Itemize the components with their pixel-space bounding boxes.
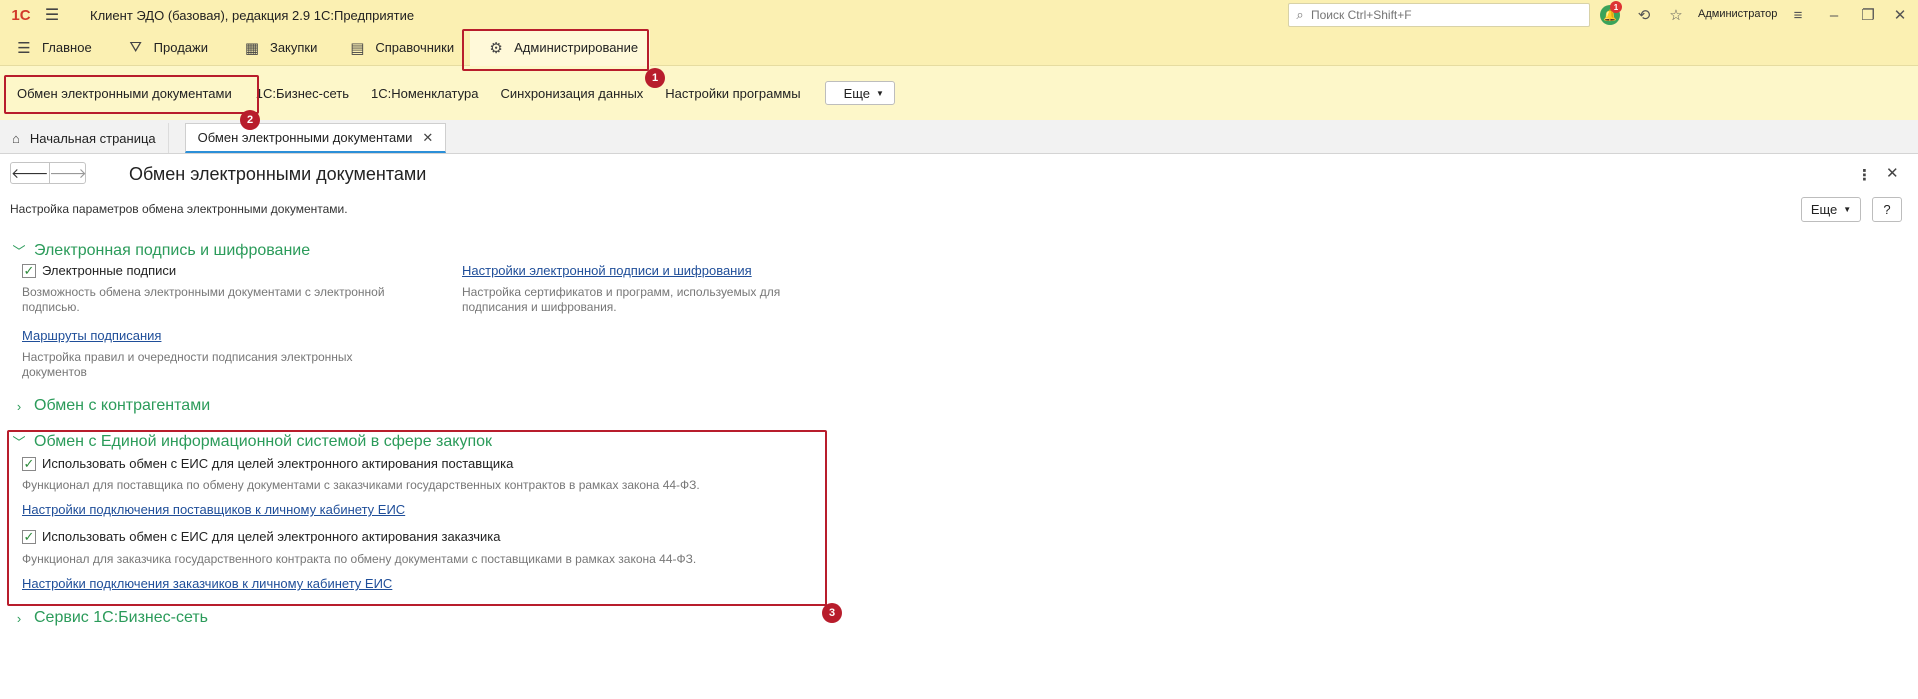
section-main[interactable]: ☰ Главное — [6, 30, 100, 66]
chevron-down-icon: ﹀ — [12, 244, 26, 259]
notification-badge: 1 — [1610, 1, 1622, 13]
function-nomenclature[interactable]: 1С:Номенклатура — [371, 86, 478, 101]
tab-label: Начальная страница — [29, 130, 156, 146]
restore-icon[interactable]: ❐ — [1856, 4, 1880, 26]
checkbox-label: Электронные подписи — [42, 263, 177, 278]
tab-edo-exchange[interactable]: Обмен электронными документами ✕ — [184, 123, 447, 153]
annotation-frame-edo-exchange — [4, 75, 259, 114]
group-title: Сервис 1С:Бизнес-сеть — [34, 609, 208, 626]
warehouse-icon: ▦ — [244, 39, 260, 57]
close-form-icon[interactable]: ✕ — [1886, 164, 1899, 182]
section-sales[interactable]: ⛛ Продажи — [118, 30, 216, 66]
form-more-button[interactable]: Еще ▼ — [1801, 197, 1861, 222]
help-button[interactable]: ? — [1872, 197, 1902, 222]
functions-more-button[interactable]: Еще ▼ — [824, 81, 895, 105]
signature-hint: Возможность обмена электронными документ… — [22, 285, 385, 314]
section-label: Продажи — [153, 40, 208, 55]
section-label: Закупки — [269, 40, 318, 55]
form-content: 🡐 🡒 Обмен электронными документами ⋮ ✕ Н… — [0, 154, 1918, 699]
menu-icon: ☰ — [17, 39, 31, 57]
search-box[interactable]: ⌕ — [1288, 3, 1590, 27]
annotation-number-3: 3 — [822, 603, 842, 623]
title-bar: 1С ☰ Клиент ЭДО (базовая), редакция 2.9 … — [0, 0, 1918, 30]
directory-icon: ▤ — [350, 39, 365, 57]
app-logo-icon: 1С — [11, 6, 31, 24]
checkmark-icon[interactable]: ✓ — [22, 263, 36, 278]
section-directories[interactable]: ▤ Справочники — [339, 30, 462, 66]
signing-routes-link[interactable]: Маршруты подписания — [22, 328, 161, 343]
minimize-icon[interactable]: – — [1822, 4, 1846, 26]
search-icon: ⌕ — [1296, 7, 1304, 22]
more-label: Еще — [843, 85, 871, 101]
home-icon: ⌂ — [12, 130, 20, 146]
back-arrow-icon[interactable]: 🡐 — [11, 163, 49, 183]
function-data-sync[interactable]: Синхронизация данных — [500, 86, 643, 101]
group-counterparties-header[interactable]: › Обмен с контрагентами — [12, 397, 210, 415]
close-tab-icon[interactable]: ✕ — [422, 130, 433, 146]
signature-settings-link[interactable]: Настройки электронной подписи и шифрован… — [462, 263, 752, 278]
more-actions-icon[interactable]: ⋮ — [1857, 166, 1872, 184]
annotation-number-1: 1 — [645, 68, 665, 88]
page-description: Настройка параметров обмена электронными… — [10, 202, 348, 216]
function-panel: Обмен электронными документами 1С:Бизнес… — [0, 66, 1918, 120]
history-icon[interactable]: ⟲ — [1632, 4, 1656, 26]
main-menu-icon[interactable]: ☰ — [40, 3, 64, 27]
close-window-icon[interactable]: ✕ — [1888, 4, 1912, 26]
section-label: Главное — [42, 40, 92, 55]
group-business-network-header[interactable]: › Сервис 1С:Бизнес-сеть — [12, 609, 208, 627]
navigation-buttons: 🡐 🡒 — [10, 162, 87, 184]
group-title: Электронная подпись и шифрование — [34, 241, 311, 259]
notifications-button[interactable]: 🔔 1 — [1598, 1, 1622, 26]
checkbox-electronic-signatures[interactable]: ✓ Электронные подписи — [22, 263, 176, 278]
chevron-down-icon: ▼ — [876, 88, 884, 98]
section-panel: ☰ Главное ⛛ Продажи ▦ Закупки ▤ Справочн… — [0, 29, 1918, 66]
annotation-frame-administration — [462, 29, 649, 71]
more-label: Еще — [1810, 202, 1838, 217]
tab-label: Обмен электронными документами — [197, 130, 413, 145]
basket-icon: ⛛ — [129, 39, 142, 56]
forward-arrow-icon[interactable]: 🡒 — [48, 163, 87, 183]
chevron-down-icon: ▼ — [1843, 205, 1852, 214]
favorites-star-icon[interactable]: ☆ — [1664, 4, 1688, 26]
annotation-frame-eis-group — [7, 430, 827, 606]
group-title: Обмен с контрагентами — [34, 397, 211, 414]
section-label: Справочники — [375, 40, 455, 55]
chevron-right-icon: › — [16, 398, 22, 414]
signature-settings-hint: Настройка сертификатов и программ, испол… — [462, 285, 781, 314]
function-business-network[interactable]: 1С:Бизнес-сеть — [256, 86, 349, 101]
tab-home[interactable]: ⌂ Начальная страница — [0, 123, 169, 153]
search-input[interactable] — [1311, 8, 1571, 22]
section-purchases[interactable]: ▦ Закупки — [234, 30, 325, 66]
function-program-settings[interactable]: Настройки программы — [665, 86, 800, 101]
page-title: Обмен электронными документами — [129, 164, 427, 184]
settings-menu-icon[interactable]: ≡ — [1786, 4, 1810, 26]
annotation-number-2: 2 — [240, 110, 260, 130]
user-name[interactable]: Администратор — [1698, 8, 1777, 20]
app-title: Клиент ЭДО (базовая), редакция 2.9 1С:Пр… — [90, 7, 415, 23]
signing-routes-hint: Настройка правил и очередности подписани… — [22, 350, 353, 379]
group-signature-header[interactable]: ﹀ Электронная подпись и шифрование — [12, 241, 310, 260]
open-tabs-bar: ⌂ Начальная страница Обмен электронными … — [0, 120, 1918, 154]
chevron-right-icon: › — [16, 610, 22, 626]
